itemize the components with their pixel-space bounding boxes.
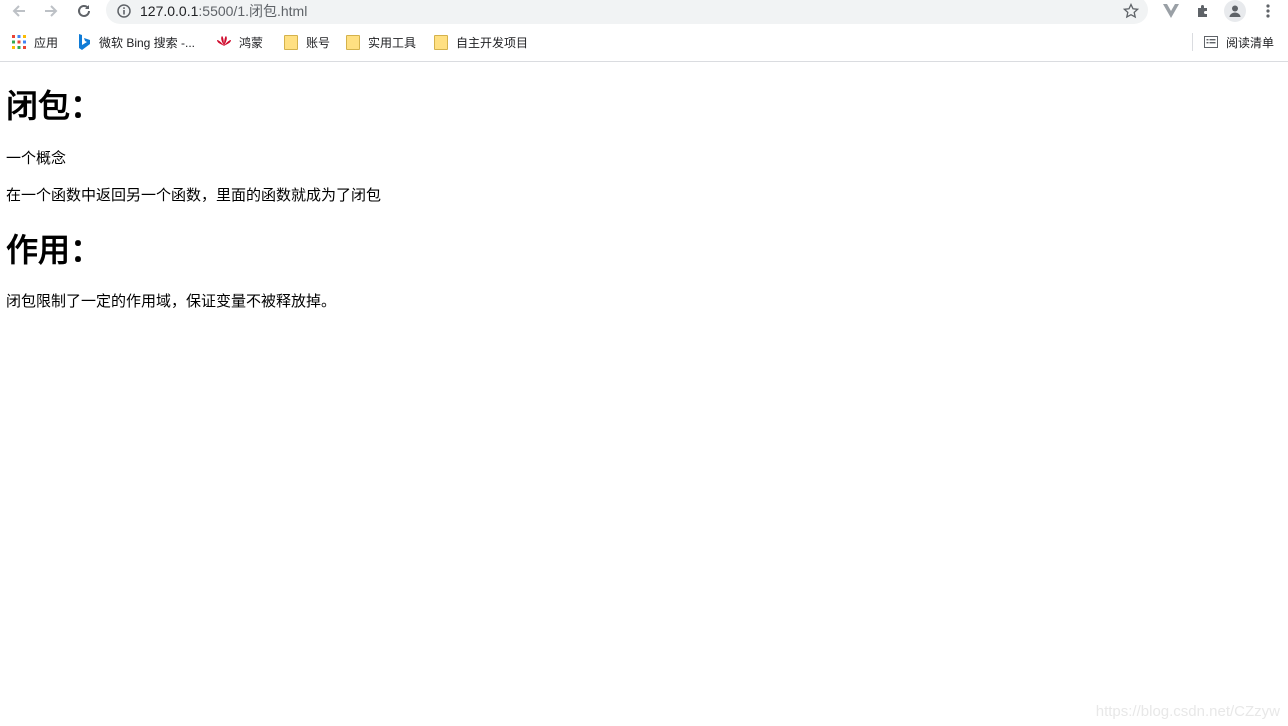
heading-closure: 闭包： — [6, 87, 103, 125]
folder-icon — [283, 34, 299, 50]
star-icon — [1123, 3, 1139, 19]
bookmark-label: 鸿蒙 — [239, 35, 264, 50]
forward-arrow-icon — [45, 5, 58, 17]
watermark: https://blog.csdn.net/CZzyw — [1095, 703, 1280, 720]
extensions-button[interactable] — [1192, 0, 1214, 22]
apps-grid-icon — [11, 34, 27, 50]
bookmark-label: 实用工具 — [368, 35, 417, 50]
site-info-button[interactable] — [113, 0, 135, 22]
avatar-icon — [1229, 5, 1241, 17]
paragraph-purpose: 闭包限制了一定的作用域，保证变量不被释放掉。 — [6, 292, 337, 310]
bookmark-apps[interactable]: 应用 — [11, 28, 58, 56]
vue-extension-icon — [1163, 4, 1179, 18]
bookmark-star-button[interactable] — [1120, 0, 1142, 22]
bookmark-accounts[interactable]: 账号 — [283, 28, 330, 56]
extension-v-button[interactable] — [1160, 0, 1182, 22]
reading-list-icon — [1203, 34, 1219, 50]
reload-icon — [78, 4, 90, 17]
puzzle-icon — [1198, 5, 1207, 17]
paragraph-concept: 一个概念 — [6, 149, 67, 167]
heading-purpose: 作用： — [6, 231, 103, 269]
folder-icon — [345, 34, 361, 50]
reload-button[interactable] — [73, 0, 95, 22]
folder-icon — [433, 34, 449, 50]
reading-list-button[interactable]: 阅读清单 — [1203, 28, 1274, 56]
bookmark-harmony[interactable]: 鸿蒙 — [216, 28, 263, 56]
bookmarks-divider — [1192, 33, 1193, 51]
bookmark-label: 账号 — [306, 35, 331, 50]
url-path: :5500/1.闭包.html — [198, 3, 308, 19]
forward-button[interactable] — [40, 0, 62, 22]
bookmark-bing[interactable]: 微软 Bing 搜索 -... — [76, 28, 195, 56]
back-arrow-icon — [12, 5, 25, 17]
url-host: 127.0.0.1 — [140, 3, 199, 19]
reading-list-label: 阅读清单 — [1226, 35, 1275, 50]
back-button[interactable] — [8, 0, 30, 22]
bookmark-label: 应用 — [34, 35, 59, 50]
menu-button[interactable] — [1257, 0, 1279, 22]
browser-toolbar: 127.0.0.1:5500/1.闭包.html — [0, 0, 1288, 24]
huawei-icon — [216, 34, 232, 50]
bookmark-label: 微软 Bing 搜索 -... — [99, 35, 196, 50]
info-icon — [117, 4, 131, 18]
bing-icon — [76, 34, 92, 50]
bookmark-label: 自主开发项目 — [456, 35, 529, 50]
bookmark-projects[interactable]: 自主开发项目 — [433, 28, 528, 56]
paragraph-definition: 在一个函数中返回另一个函数，里面的函数就成为了闭包 — [6, 186, 382, 204]
bookmarks-bar: 应用 微软 Bing 搜索 -... 鸿蒙 账号 实用工具 自主开发项目 阅读清… — [0, 28, 1288, 62]
kebab-menu-icon — [1266, 4, 1270, 18]
profile-button[interactable] — [1224, 0, 1246, 22]
bookmark-tools[interactable]: 实用工具 — [345, 28, 416, 56]
url-text[interactable]: 127.0.0.1:5500/1.闭包.html — [140, 0, 307, 22]
